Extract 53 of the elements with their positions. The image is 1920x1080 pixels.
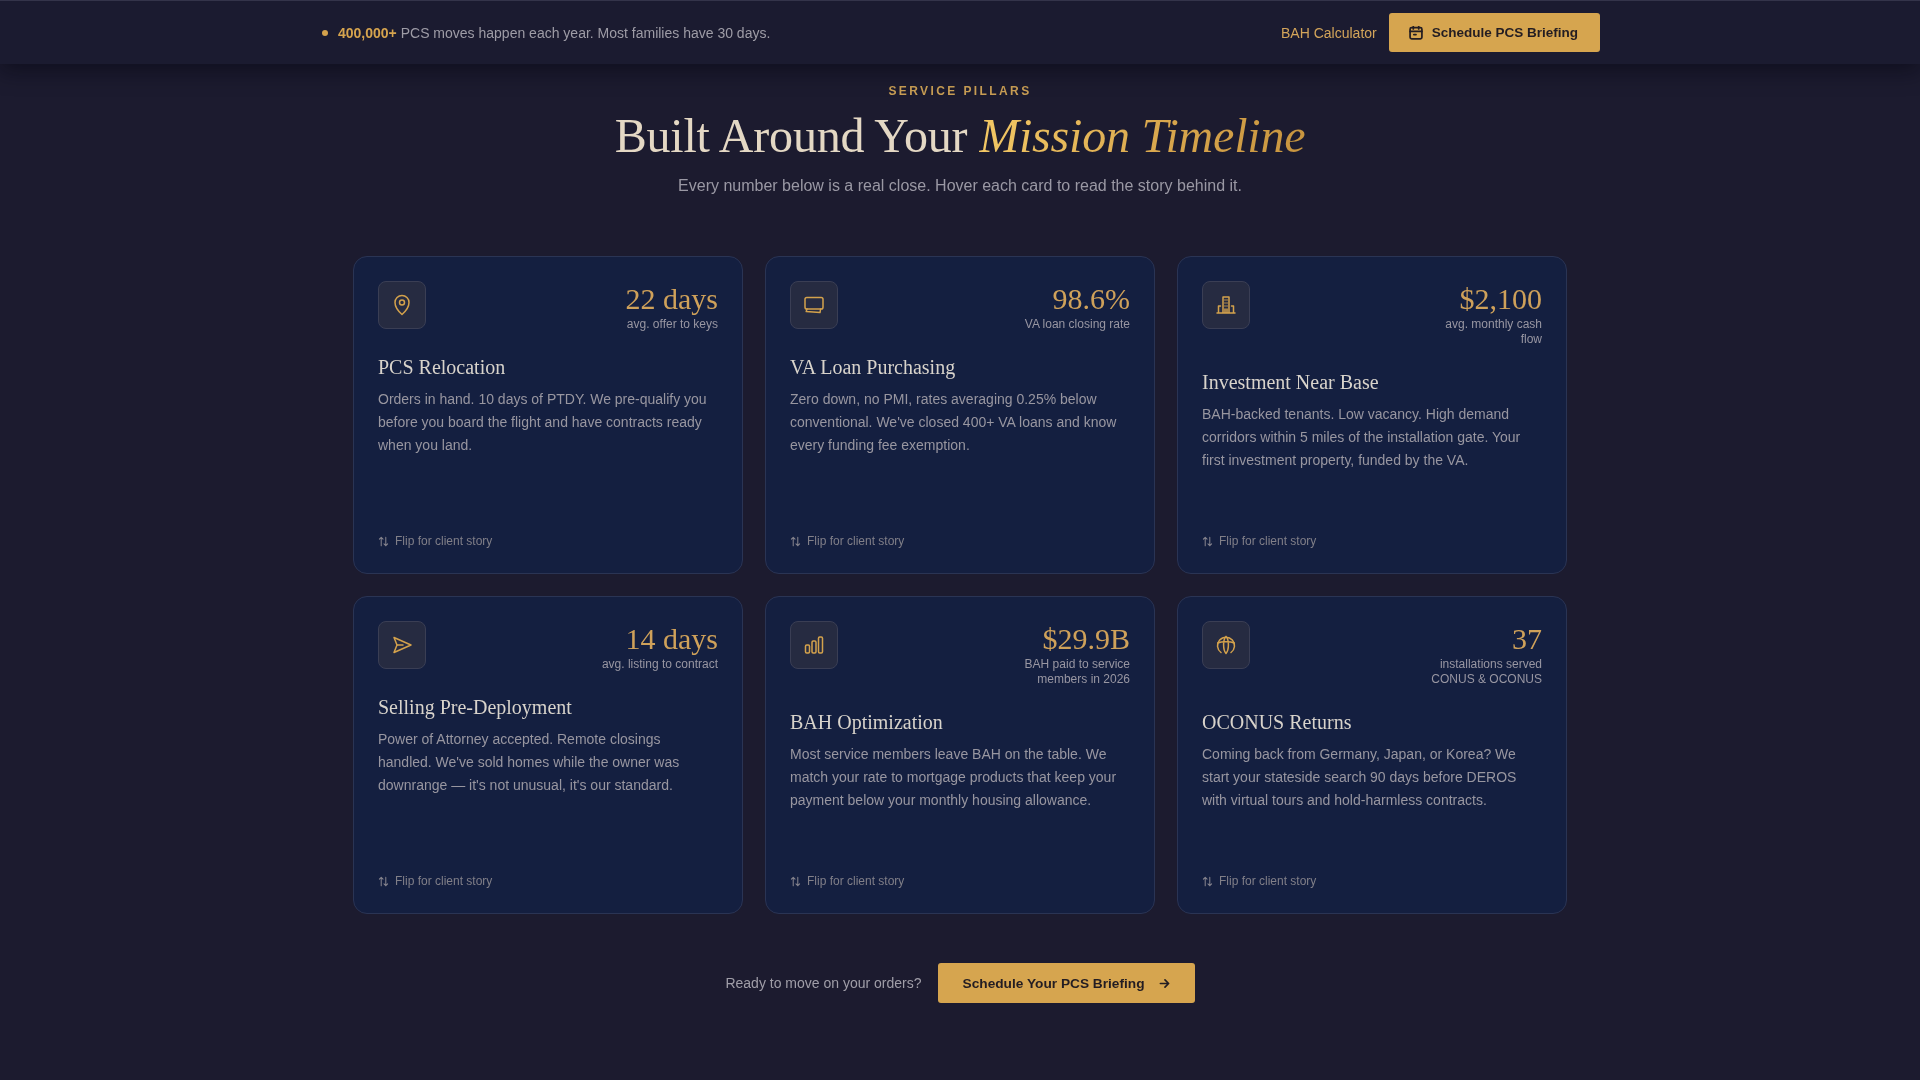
card-title: Investment Near Base (1202, 370, 1380, 395)
card-description: Coming back from Germany, Japan, or Korea? We start your stateside search 90 days before DEROS with virtual tours and hold-harmless contracts. (1202, 745, 1518, 811)
announcement-text: 400,000+ PCS moves happen each year. Most families have 30 days. (338, 24, 771, 41)
swap-arrows-icon (790, 535, 801, 547)
card-title: BAH Optimization (790, 710, 944, 735)
section-title: Built Around Your Mission Timeline (614, 108, 1306, 163)
arrow-right-icon (1158, 977, 1170, 989)
card-title: PCS Relocation (378, 355, 507, 380)
card-description: Most service members leave BAH on the table. We match your rate to mortgage products that keep your payment below your monthly housing allowance. (790, 745, 1118, 811)
stat-label: VA loan closing rate (1024, 317, 1130, 332)
swap-arrows-icon (378, 875, 389, 887)
dot-icon (322, 29, 328, 36)
card-description: Zero down, no PMI, rates averaging 0.25% below conventional. We've closed 400+ VA loans and know every funding fee exemption. (790, 390, 1118, 456)
stat-label: installations served CONUS & OCONUS (1430, 657, 1542, 687)
card-description: Orders in hand. 10 days of PTDY. We pre-qualify you before you board the flight and have contracts ready when you land. (378, 390, 708, 456)
globe-icon (1202, 621, 1250, 669)
stat-value: 98.6% (1051, 281, 1130, 317)
swap-arrows-icon (1202, 875, 1213, 887)
stat-label: avg. monthly cash flow (1444, 317, 1542, 347)
swap-arrows-icon (1202, 535, 1213, 547)
paper-plane-icon (378, 621, 426, 669)
schedule-briefing-button[interactable]: Schedule PCS Briefing (1388, 13, 1600, 52)
stat-value: 14 days (624, 621, 718, 657)
stat-value: $2,100 (1458, 281, 1542, 317)
flip-hint: Flip for client story (1219, 873, 1317, 889)
card-title: OCONUS Returns (1202, 710, 1353, 735)
card-description: BAH-backed tenants. Low vacancy. High demand corridors within 5 miles of the installation gate. Your first investment property, funded by the VA. (1202, 405, 1522, 471)
stat-value: 37 (1511, 621, 1542, 657)
schedule-briefing-button[interactable]: Schedule Your PCS Briefing (937, 963, 1195, 1003)
card-title: VA Loan Purchasing (790, 355, 957, 380)
flip-hint: Flip for client story (1219, 533, 1317, 549)
map-pin-icon (378, 281, 426, 329)
stat-label: avg. offer to keys (625, 317, 718, 332)
swap-arrows-icon (378, 535, 389, 547)
card-title: Selling Pre-Deployment (378, 695, 573, 720)
swap-arrows-icon (790, 875, 801, 887)
flip-hint: Flip for client story (395, 873, 493, 889)
calculator-link[interactable]: BAH Calculator (1281, 24, 1377, 41)
bar-chart-icon (790, 621, 838, 669)
buildings-icon (1202, 281, 1250, 329)
stat-label: BAH paid to service members in 2026 (1023, 657, 1130, 687)
stat-value: 22 days (625, 281, 718, 317)
card-description: Power of Attorney accepted. Remote closings handled. We've sold homes while the owner was downrange — it's not unusual, it's our standard. (378, 730, 681, 796)
section-eyebrow: SERVICE PILLARS (888, 83, 1032, 99)
monitor-icon (790, 281, 838, 329)
calendar-icon (1408, 25, 1423, 40)
cta-prompt: Ready to move on your orders? (725, 975, 922, 991)
flip-hint: Flip for client story (395, 533, 493, 549)
section-subtitle: Every number below is a real close. Hover each card to read the story behind it. (678, 176, 1242, 196)
stat-value: $29.9B (1041, 621, 1130, 657)
flip-hint: Flip for client story (807, 873, 905, 889)
stat-label: avg. listing to contract (601, 657, 718, 672)
flip-hint: Flip for client story (807, 533, 905, 549)
